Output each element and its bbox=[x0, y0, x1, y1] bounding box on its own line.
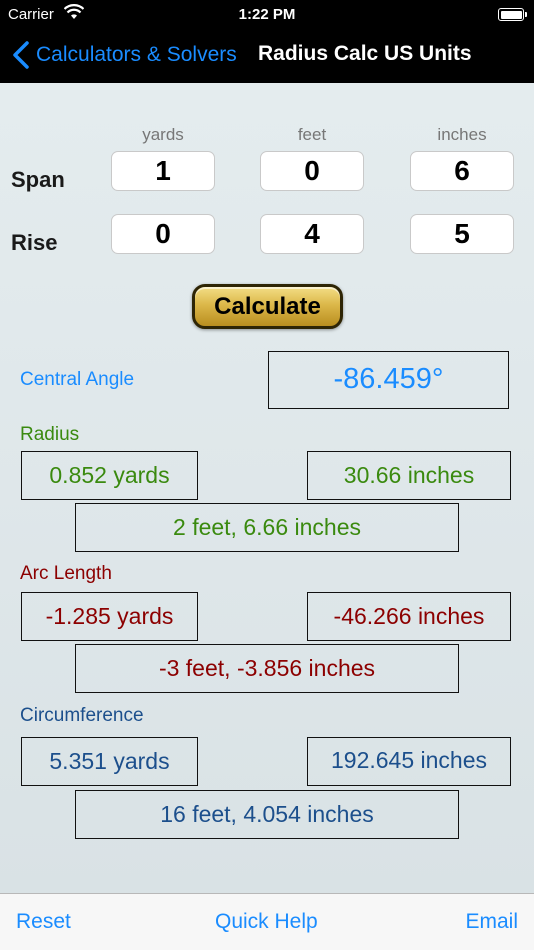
radius-yards-output: 0.852 yards bbox=[21, 451, 198, 500]
feet-column-header: feet bbox=[297, 125, 327, 144]
chevron-left-icon bbox=[13, 41, 29, 69]
calculator-panel: yards feet inches Span 1 0 6 Rise 0 4 5 … bbox=[0, 83, 534, 893]
inches-column-header: inches bbox=[437, 125, 487, 144]
arc-length-yards-output: -1.285 yards bbox=[21, 592, 198, 641]
span-label: Span bbox=[11, 167, 65, 192]
circumference-yards-output: 5.351 yards bbox=[21, 737, 198, 786]
central-angle-output: -86.459° bbox=[268, 351, 509, 409]
arc-length-label: Arc Length bbox=[20, 563, 112, 584]
span-yards-input[interactable]: 1 bbox=[111, 151, 215, 191]
span-inches-input[interactable]: 6 bbox=[410, 151, 514, 191]
arc-length-inches-output: -46.266 inches bbox=[307, 592, 511, 641]
span-feet-input[interactable]: 0 bbox=[260, 151, 364, 191]
radius-feet-inches-output: 2 feet, 6.66 inches bbox=[75, 503, 459, 552]
arc-length-feet-inches-output: -3 feet, -3.856 inches bbox=[75, 644, 459, 693]
rise-inches-input[interactable]: 5 bbox=[410, 214, 514, 254]
email-button[interactable]: Email bbox=[465, 910, 518, 934]
back-button-label: Calculators & Solvers bbox=[36, 43, 237, 66]
navigation-bar: Calculators & Solvers Radius Calc US Uni… bbox=[0, 30, 534, 83]
central-angle-label: Central Angle bbox=[20, 369, 135, 390]
page-title: Radius Calc US Units bbox=[258, 42, 472, 65]
circumference-inches-output: 192.645 inches bbox=[307, 737, 511, 786]
quick-help-button[interactable]: Quick Help bbox=[215, 910, 318, 934]
calculate-button[interactable]: Calculate bbox=[192, 284, 343, 329]
reset-button[interactable]: Reset bbox=[16, 910, 71, 934]
circumference-feet-inches-output: 16 feet, 4.054 inches bbox=[75, 790, 459, 839]
rise-yards-input[interactable]: 0 bbox=[111, 214, 215, 254]
clock: 1:22 PM bbox=[238, 6, 296, 23]
radius-inches-output: 30.66 inches bbox=[307, 451, 511, 500]
battery-icon bbox=[498, 8, 527, 21]
radius-label: Radius bbox=[20, 424, 80, 445]
yards-column-header: yards bbox=[142, 125, 184, 144]
status-bar: Carrier 1:22 PM bbox=[0, 0, 534, 30]
rise-label: Rise bbox=[11, 230, 58, 255]
circumference-label: Circumference bbox=[20, 705, 144, 726]
back-button[interactable]: Calculators & Solvers bbox=[12, 40, 237, 70]
bottom-toolbar: Reset Quick Help Email bbox=[0, 893, 534, 950]
rise-feet-input[interactable]: 4 bbox=[260, 214, 364, 254]
